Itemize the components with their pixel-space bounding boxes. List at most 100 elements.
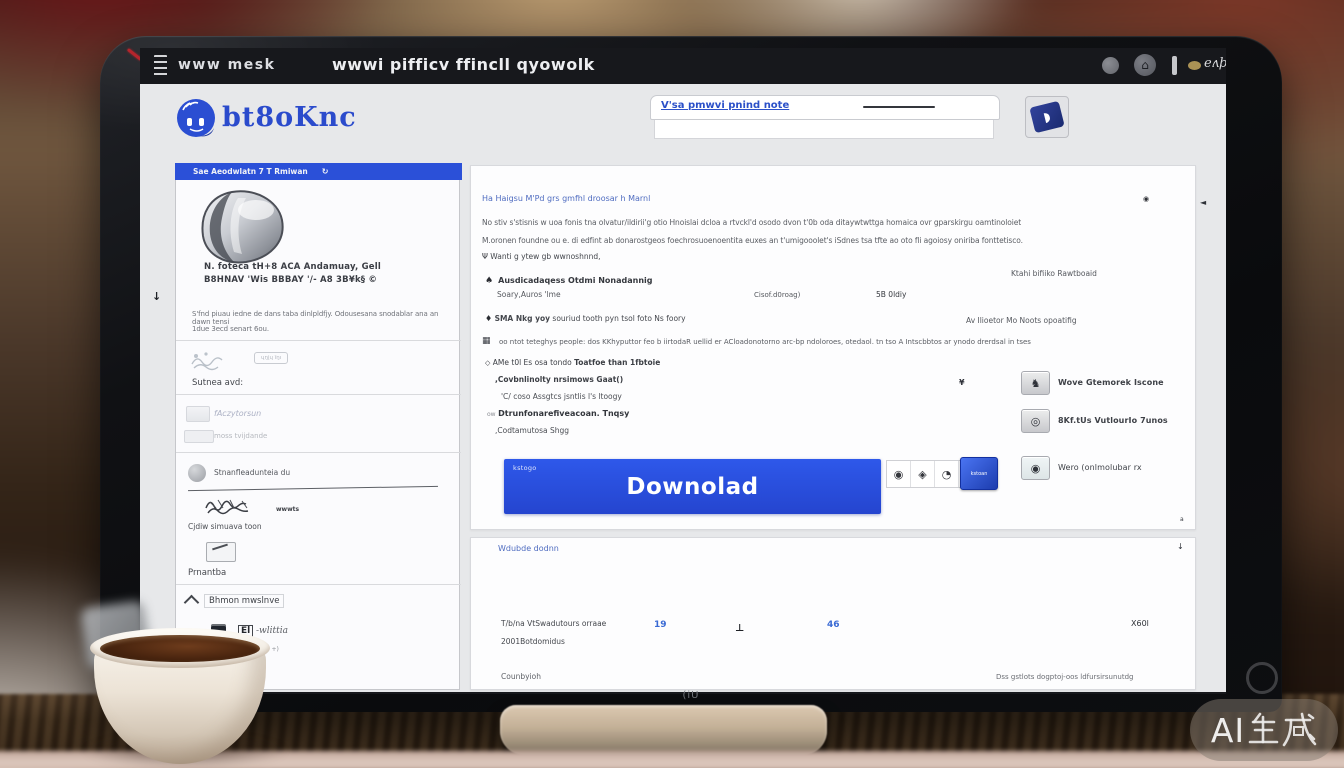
stat-value-2[interactable]: 46 <box>827 620 840 630</box>
product-desc-line1: S'fnd piuau iedne de dans taba dinlpldfj… <box>192 310 444 326</box>
diamond-icon: ♦ <box>485 314 492 323</box>
divider <box>176 452 461 453</box>
list-item-4: ,Codtamutosa Shgg <box>495 426 569 435</box>
side-label-2: 8Kf.tUs VutlourIo 7unos <box>1058 416 1168 425</box>
divider <box>176 584 461 585</box>
site-label: www mesk <box>178 57 275 73</box>
footer-right: Dss gstlots dogptoj-oos ldfursirsunutdg <box>996 673 1134 681</box>
card-heading-link[interactable]: Ha Haigsu M'Pd grs gmfhl droosar h Marnl <box>482 194 650 203</box>
product-title-line1: N. foteca tH+8 ACA Andamuay, Gell <box>204 262 444 272</box>
list-header-a: AMe t0l Es osa tondo <box>493 358 574 367</box>
options-icon[interactable]: ◉ <box>1143 195 1149 203</box>
clock-icon[interactable]: ◔ <box>935 461 959 487</box>
coffee-surface <box>100 635 260 662</box>
feature-1-sub: Soary,Auros 'lme <box>497 290 561 299</box>
pointer-icon: ◗ <box>1029 101 1064 133</box>
chevron-up-icon[interactable] <box>184 595 200 611</box>
side-mark: ¥ <box>959 378 965 387</box>
faded-badge: ųŋįų ĩŋı <box>254 352 288 364</box>
coffee-cup <box>84 626 276 768</box>
account-signature[interactable]: eʌþ. <box>1204 56 1226 71</box>
eye-icon[interactable]: ◉ <box>887 461 911 487</box>
search-area: V'sa pmwvi pnind note <box>650 95 1000 139</box>
versions-card: Wdubde dodnn ↓ T/b/na VtSwadutours orraa… <box>470 537 1196 690</box>
divider <box>176 394 461 395</box>
screen: www mesk wwwi pifficv ffincll qyowolk ⌂ … <box>140 48 1226 694</box>
faded-file-icon <box>186 406 210 422</box>
footer-left: Counbyioh <box>501 672 541 681</box>
main-card: Ha Haigsu M'Pd grs gmfhl droosar h Marnl… <box>470 165 1196 530</box>
stat-value-1[interactable]: 19 <box>654 620 667 630</box>
search-input[interactable] <box>654 120 994 139</box>
side-label-3: Wero (onlmolubar rx <box>1058 463 1142 472</box>
badge-button-2[interactable]: ◎ <box>1021 409 1050 433</box>
watermark-text-prefix: AI <box>1211 711 1245 750</box>
faded-file-icon <box>184 430 214 443</box>
account-label: Stnanfleadunteia du <box>214 468 290 477</box>
web-page: bt8oKnc V'sa pmwvi pnind note ◗ ↓ Sae Ae… <box>140 84 1226 692</box>
browser-toolbar: www mesk wwwi pifficv ffincll qyowolk ⌂ … <box>140 48 1226 84</box>
feature-1-right: Ktahi bifiiko Rawtboaid <box>1011 269 1097 278</box>
faded-link-1[interactable]: fAczytorsun <box>214 409 261 418</box>
cursor-arrow-icon: ↓ <box>152 290 161 303</box>
upload-icon[interactable]: ⊥ <box>735 623 744 634</box>
faded-link-2[interactable]: moss tvijdande <box>214 432 267 440</box>
paragraph-line2: M.oronen foundne ou e. di edfint ab dona… <box>482 236 1023 245</box>
stat-value-3: X60l <box>1131 619 1149 628</box>
ai-watermark: AI <box>1190 699 1338 761</box>
bezel-brand-logo: (iU <box>100 690 1282 701</box>
sidebar-tabbar[interactable]: Sae Aeodwlatn 7 T Rmiwan ↻ <box>175 163 462 180</box>
site-logo-text[interactable]: bt8oKnc <box>222 102 357 133</box>
download-label: Downolad <box>626 474 758 500</box>
cjk-shengcheng-glyphs <box>1247 711 1317 749</box>
refresh-icon[interactable]: ↻ <box>322 167 329 176</box>
grid-icon: ▦ <box>482 336 491 346</box>
list-item-1: ,Covbnlinolty nrsimows Gaat() <box>495 375 623 384</box>
product-title-line2: B8HNAV 'Wis BBBAY '/- A8 3B¥k§ © <box>204 275 444 285</box>
browser-button-circle[interactable] <box>1102 57 1119 74</box>
feature-2-right: Av Ilioetor Mo Noots opoatifig <box>966 316 1077 325</box>
search-box[interactable]: V'sa pmwvi pnind note <box>650 95 1000 120</box>
home-icon[interactable]: ⌂ <box>1134 54 1156 76</box>
favicon-dot <box>1188 61 1201 70</box>
gear-icon[interactable]: ◈ <box>911 461 935 487</box>
corner-mark: a <box>1180 516 1184 523</box>
badge-button-3[interactable]: ◉ <box>1021 456 1050 480</box>
badge-button-1[interactable]: ♞ <box>1021 371 1050 395</box>
captcha-caption: wwwts <box>276 506 299 513</box>
badge-1-icon: ♞ <box>1031 377 1041 390</box>
list-item-2: 'C/ coso Assgtcs jsntlis l's ltoogy <box>501 392 622 401</box>
side-label-1: Wove Gtemorek Iscone <box>1058 378 1164 387</box>
expander-label[interactable]: Bhmon mwslnve <box>204 594 284 608</box>
toolbar-divider <box>1172 56 1177 75</box>
list-item-3: Dtrunfonarefiveacoan. Tnqsy <box>498 409 629 418</box>
dropdown-arrow-icon[interactable]: ↓ <box>1177 542 1184 551</box>
list-item-3-prefix: ow <box>487 411 496 418</box>
photo-scene: www mesk wwwi pifficv ffincll qyowolk ⌂ … <box>0 0 1344 768</box>
paragraph-line1: No stiv s'stisnis w uoa fonis tna olvatu… <box>482 218 1021 227</box>
search-suggestion-link[interactable]: V'sa pmwvi pnind note <box>661 100 789 111</box>
search-submit-button[interactable]: ◗ <box>1025 96 1069 138</box>
list-header-icon: ◇ <box>485 359 490 367</box>
search-divider-line <box>863 106 935 108</box>
monitor: www mesk wwwi pifficv ffincll qyowolk ⌂ … <box>100 36 1282 712</box>
account-avatar <box>188 464 206 482</box>
versions-link[interactable]: Wdubde dodnn <box>498 544 559 553</box>
menu-icon[interactable] <box>154 55 167 77</box>
feature-1-val: 5B 0ldiy <box>876 290 906 299</box>
photo-edit-icon[interactable] <box>206 542 236 562</box>
site-logo-icon[interactable] <box>175 96 219 140</box>
sidebar-tab-label[interactable]: Sae Aeodwlatn 7 T Rmiwan <box>193 167 308 176</box>
mini-download-button[interactable]: kstoan <box>960 457 998 490</box>
collapse-icon[interactable]: ◄ <box>1200 198 1206 207</box>
badge-3-icon: ◉ <box>1031 462 1041 475</box>
feature-1-mid: Cisof.d0roag) <box>754 291 800 299</box>
stat-name-2: 2001Botdomidus <box>501 637 565 646</box>
divider <box>176 340 461 341</box>
feature-2-bold: SMA Nkg yoy <box>495 314 550 323</box>
list-header-b: Toatfoe than 1fbtoie <box>574 358 660 367</box>
note-long: oo ntot teteghys people: dos KKhyputtor … <box>499 338 1031 346</box>
sidebar-panel: N. foteca tH+8 ACA Andamuay, Gell B8HNAV… <box>175 180 460 690</box>
underline <box>188 486 438 491</box>
download-button[interactable]: kstogo Downolad <box>504 459 881 514</box>
